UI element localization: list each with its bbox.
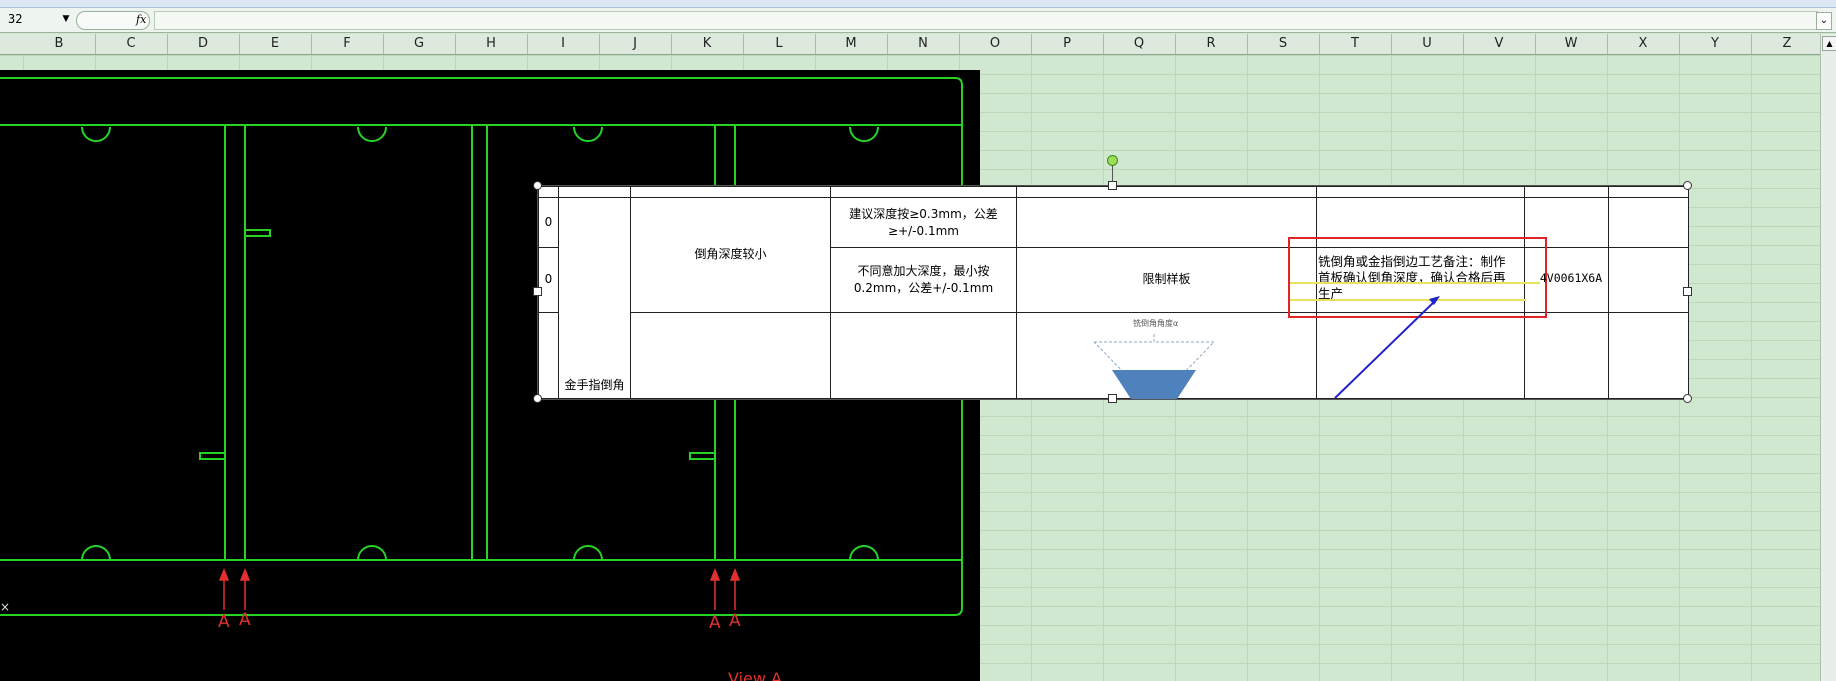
column-header[interactable]: T	[1319, 34, 1392, 54]
column-header[interactable]: X	[1607, 34, 1680, 54]
cad-notch	[849, 126, 879, 142]
cad-slot-tab	[689, 452, 715, 460]
column-header[interactable]: O	[959, 34, 1032, 54]
diagram-cell: 铣倒角角度α	[1016, 311, 1317, 400]
column-header[interactable]: G	[383, 34, 456, 54]
name-box-dropdown-icon[interactable]: ▼	[60, 11, 72, 28]
cad-view-label: View A	[728, 669, 782, 681]
resize-handle[interactable]	[1683, 287, 1692, 296]
column-header[interactable]: U	[1391, 34, 1464, 54]
resize-handle[interactable]	[533, 181, 542, 190]
cad-cross-mark: ×	[0, 600, 10, 614]
window-top-strip	[0, 0, 1836, 8]
table-cell	[1608, 311, 1689, 400]
column-header[interactable]: Q	[1103, 34, 1176, 54]
column-headers: BCDEFGHIJKLMNOPQRSTUVWXYZ	[0, 34, 1824, 55]
table-cell	[1316, 185, 1525, 199]
column-header[interactable]: B	[23, 34, 96, 54]
column-header[interactable]: J	[599, 34, 672, 54]
cad-notch	[849, 545, 879, 561]
column-header[interactable]: V	[1463, 34, 1536, 54]
table-cell	[1016, 197, 1317, 249]
action-cell: 限制样板	[1016, 247, 1317, 313]
column-header[interactable]: C	[95, 34, 168, 54]
table-cell	[630, 185, 831, 199]
column-header[interactable]: D	[167, 34, 240, 54]
row-label: 0	[538, 197, 559, 249]
table-cell	[1016, 185, 1317, 199]
table-cell	[1608, 247, 1689, 313]
formula-input[interactable]	[154, 11, 1818, 30]
cad-notch	[81, 545, 111, 561]
column-header[interactable]: M	[815, 34, 888, 54]
column-header[interactable]: P	[1031, 34, 1104, 54]
table-cell	[1608, 185, 1689, 199]
resize-handle[interactable]	[1683, 394, 1692, 403]
cad-arrowhead	[729, 567, 741, 581]
table-cell	[1524, 311, 1609, 400]
annotation-box	[1288, 237, 1547, 318]
cad-notch	[357, 126, 387, 142]
table-cell	[538, 185, 559, 199]
resize-handle[interactable]	[1683, 181, 1692, 190]
column-header[interactable]: I	[527, 34, 600, 54]
cad-notch	[81, 126, 111, 142]
table-cell	[830, 185, 1017, 199]
column-header[interactable]: S	[1247, 34, 1320, 54]
column-header[interactable]: R	[1175, 34, 1248, 54]
column-header[interactable]: W	[1535, 34, 1608, 54]
cad-slot-middle	[471, 125, 488, 560]
cad-marker-a: A	[239, 610, 251, 630]
column-header[interactable]: E	[239, 34, 312, 54]
cad-arrowhead	[239, 567, 251, 581]
column-header[interactable]: Y	[1679, 34, 1752, 54]
scroll-up-icon[interactable]: ▲	[1822, 36, 1836, 51]
table-cell	[1608, 197, 1689, 249]
column-header[interactable]: H	[455, 34, 528, 54]
table-cell	[1316, 311, 1525, 400]
resize-handle[interactable]	[533, 287, 542, 296]
vertical-scrollbar[interactable]: ▲	[1820, 34, 1836, 681]
cad-marker-a: A	[709, 613, 721, 633]
column-header[interactable]: K	[671, 34, 744, 54]
column-header[interactable]: F	[311, 34, 384, 54]
column-header[interactable]: Z	[1751, 34, 1824, 54]
column-header[interactable]: N	[887, 34, 960, 54]
cad-slot-tab	[199, 452, 225, 460]
expand-formula-bar-icon[interactable]: ⌄	[1816, 12, 1832, 30]
part-number: 4V0061X6A	[1539, 271, 1603, 285]
column-header[interactable]: L	[743, 34, 816, 54]
resize-handle[interactable]	[1108, 181, 1117, 190]
cad-slot-left	[224, 125, 246, 560]
table-cell	[1524, 185, 1609, 199]
diagram-label: 铣倒角角度α	[1133, 318, 1178, 328]
table-cell	[558, 185, 631, 199]
resize-handle[interactable]	[533, 394, 542, 403]
cad-notch	[573, 545, 603, 561]
suggestion-cell: 不同意加大深度，最小按0.2mm，公差+/-0.1mm	[830, 247, 1017, 313]
diagram-trapezoid	[1112, 369, 1196, 399]
cad-marker-a: A	[218, 612, 230, 632]
issue-cell: 倒角深度较小	[630, 197, 831, 313]
insert-function-icon[interactable]: fx	[136, 11, 150, 28]
table-cell	[630, 311, 831, 400]
row-label: 0	[538, 247, 559, 313]
table-cell	[830, 311, 1017, 400]
category-cell: 金手指倒角	[558, 197, 631, 399]
resize-handle[interactable]	[1108, 394, 1117, 403]
suggestion-cell: 建议深度按≥0.3mm，公差≥+/-0.1mm	[830, 197, 1017, 249]
cad-arrowhead	[218, 567, 230, 581]
cad-notch	[357, 545, 387, 561]
cad-notch	[573, 126, 603, 142]
bevel-angle-diagram: 铣倒角角度α	[1093, 318, 1216, 399]
formula-bar: 32 ▼ fx ⌄	[0, 8, 1836, 33]
cad-marker-a: A	[729, 611, 741, 631]
rotation-handle[interactable]	[1107, 155, 1118, 166]
cad-arrowhead	[709, 567, 721, 581]
table-cell	[538, 311, 559, 400]
table-row: 铣倒角角度α	[538, 311, 1689, 400]
cad-slot-tab	[245, 229, 271, 237]
